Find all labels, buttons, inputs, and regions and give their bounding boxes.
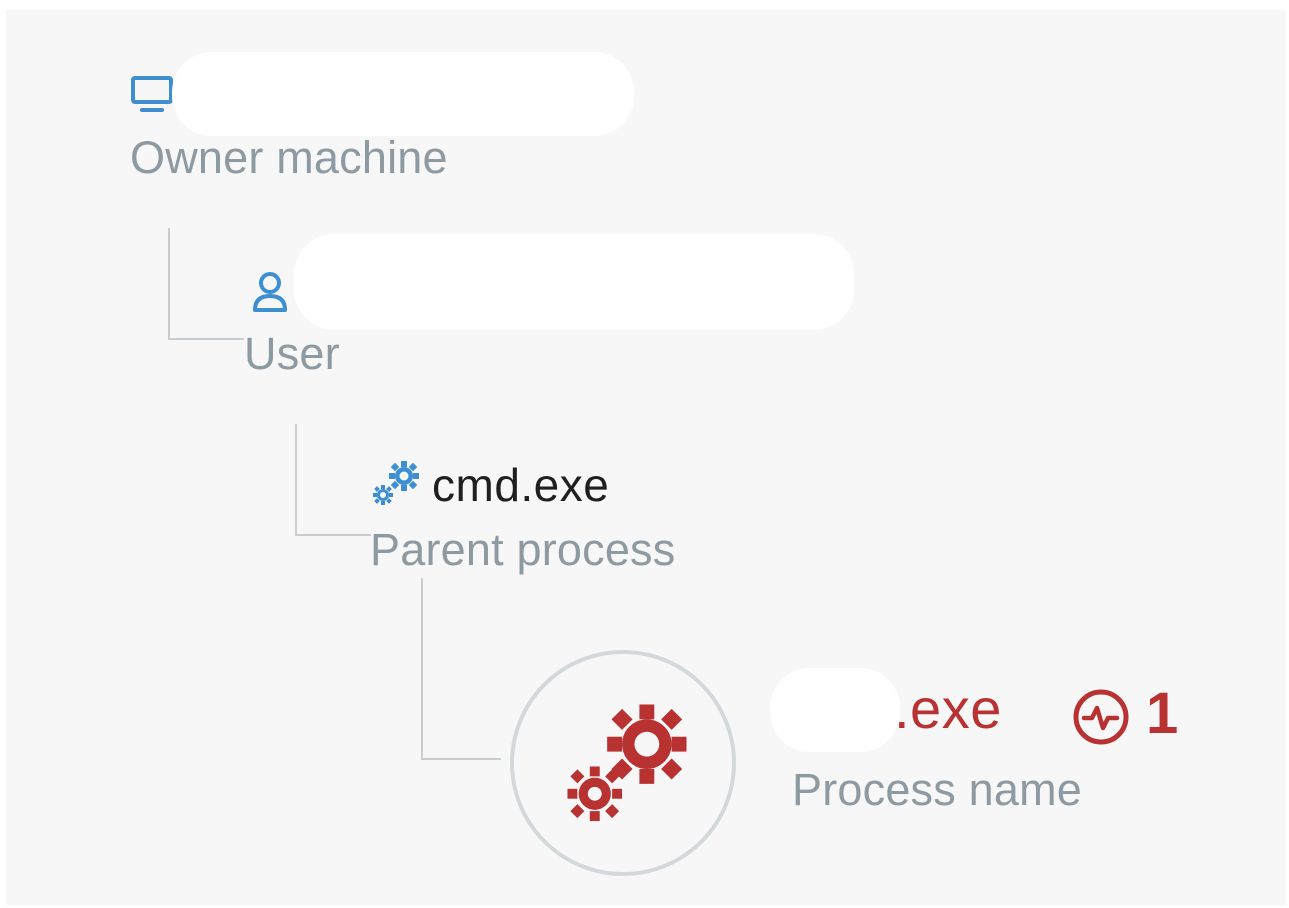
parent-process-label: Parent process [370, 524, 676, 575]
tree-connector-owner-user [168, 228, 244, 340]
tree-connector-parent-process [421, 578, 501, 760]
process-label: Process name [792, 764, 1083, 815]
alert-count[interactable]: 1 [1146, 680, 1178, 747]
activity-alert-icon[interactable] [1070, 686, 1132, 748]
process-value-redacted [770, 668, 900, 752]
gears-icon [373, 461, 419, 505]
owner-machine-value-redacted [172, 52, 634, 136]
user-label: User [244, 328, 340, 379]
user-icon [253, 272, 287, 312]
tree-connector-user-parent [295, 424, 371, 536]
computer-icon [131, 76, 173, 112]
user-value-redacted [294, 234, 854, 330]
gears-icon [567, 704, 687, 822]
parent-process-name[interactable]: cmd.exe [432, 458, 609, 512]
process-tree-panel: Owner machine User cmd.exe Parent proces… [6, 10, 1286, 905]
owner-machine-label: Owner machine [130, 132, 448, 183]
process-name[interactable]: .exe [894, 676, 1002, 741]
